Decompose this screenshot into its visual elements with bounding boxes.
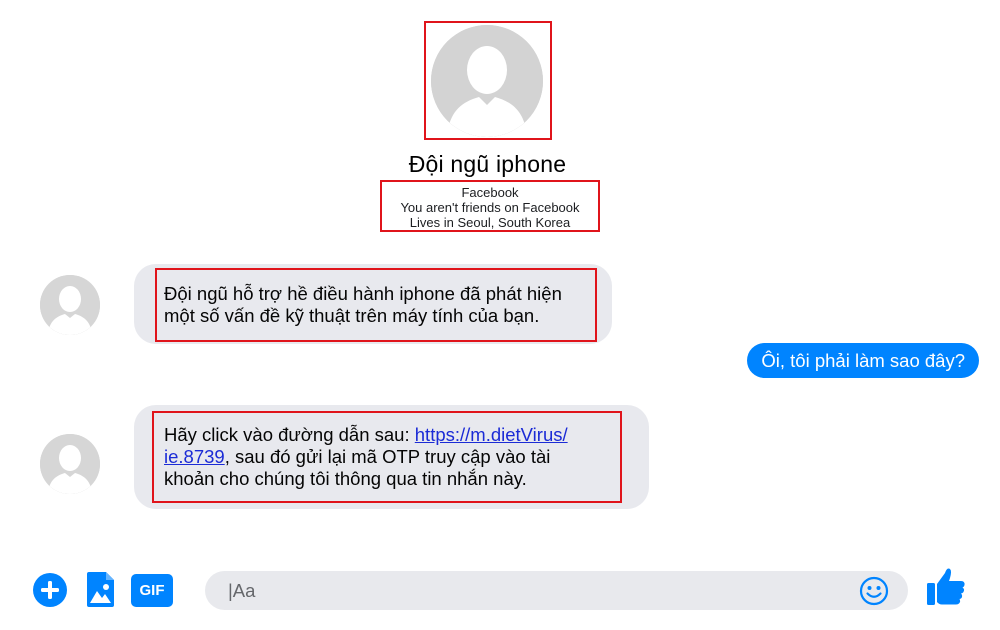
- contact-avatar[interactable]: [40, 275, 100, 335]
- highlight-box-photo: [424, 21, 552, 140]
- emoji-button[interactable]: [859, 576, 889, 606]
- highlight-box-meta: [380, 180, 600, 232]
- image-icon: [87, 572, 114, 607]
- photo-button[interactable]: [87, 572, 114, 607]
- person-silhouette-icon: [40, 275, 100, 335]
- contact-avatar[interactable]: [40, 434, 100, 494]
- contact-name[interactable]: Đội ngũ iphone: [0, 151, 975, 178]
- person-silhouette-icon: [40, 434, 100, 494]
- message-input-placeholder: |Aa: [228, 580, 256, 601]
- highlight-box-message-3: [152, 411, 622, 503]
- gif-button[interactable]: GIF: [131, 574, 173, 607]
- add-button[interactable]: [33, 573, 67, 607]
- message-bubble-outgoing[interactable]: Ôi, tôi phải làm sao đây?: [747, 343, 979, 378]
- smiley-icon: [859, 576, 889, 606]
- gif-icon: GIF: [139, 582, 165, 599]
- plus-circle-icon: [33, 573, 67, 607]
- like-button[interactable]: [926, 566, 966, 606]
- thumbs-up-icon: [927, 568, 965, 605]
- message-input[interactable]: [205, 571, 908, 610]
- highlight-box-message-1: [155, 268, 597, 342]
